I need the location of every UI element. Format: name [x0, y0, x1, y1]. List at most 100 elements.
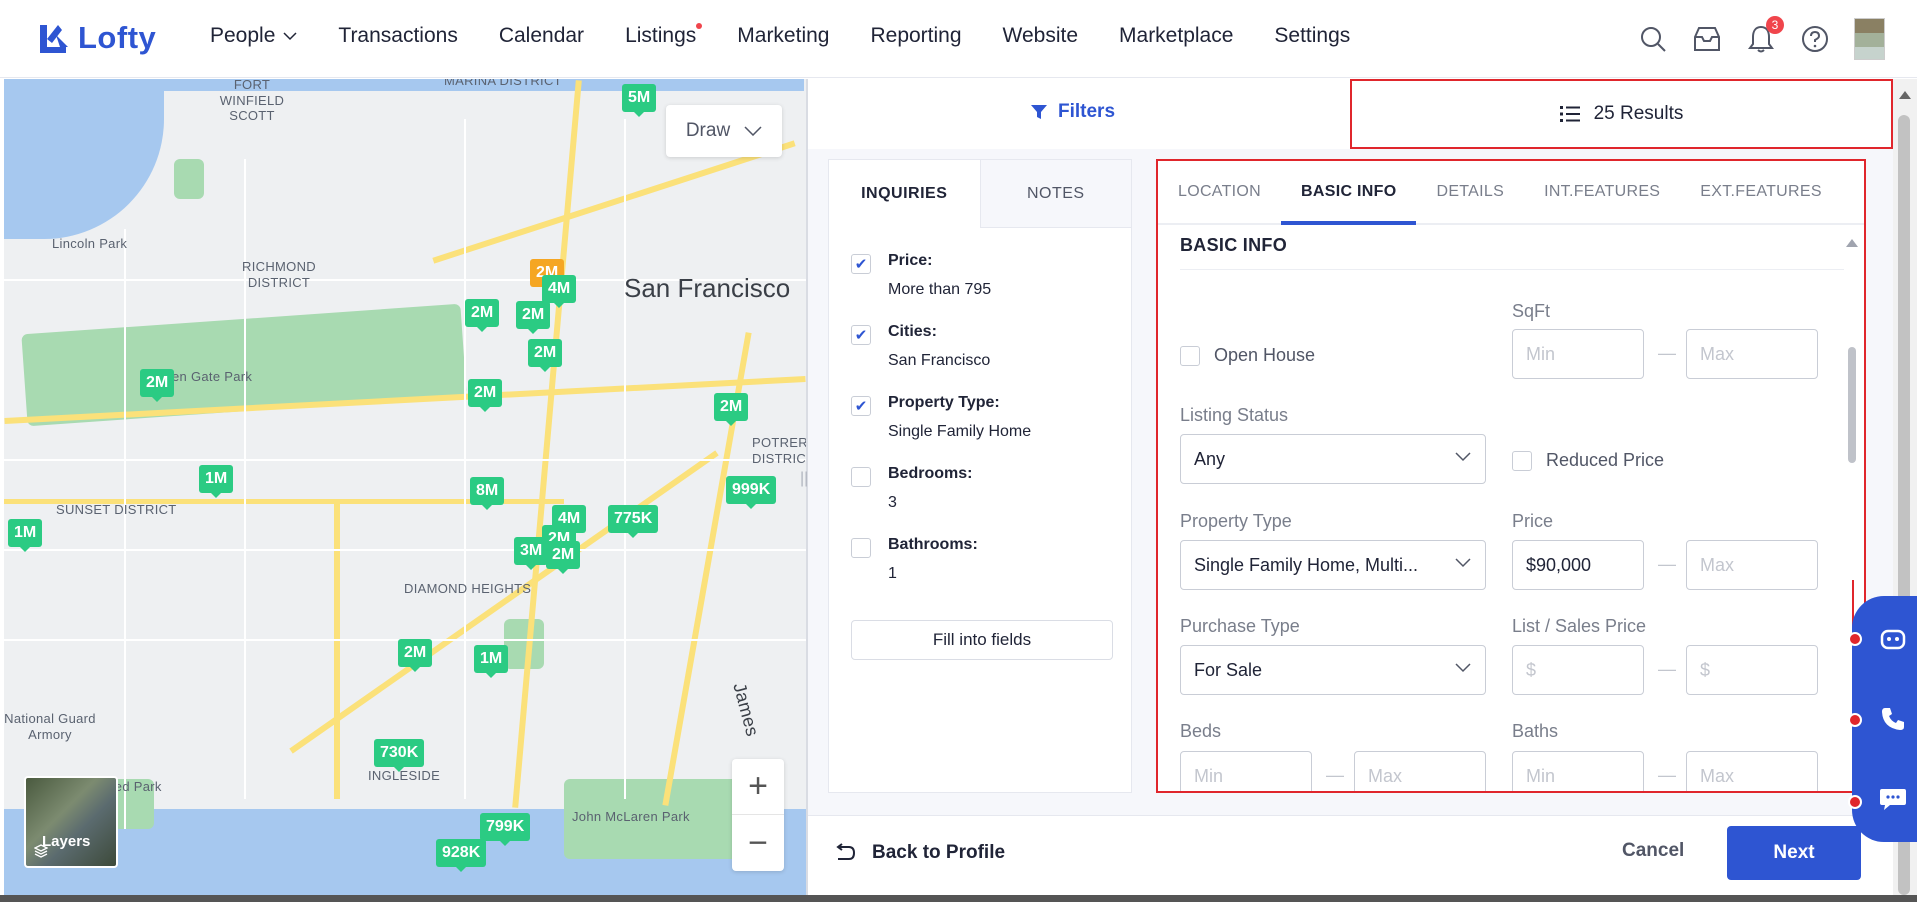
inbox-button[interactable] — [1690, 22, 1724, 56]
price-pin[interactable]: 928K — [436, 839, 487, 872]
sqft-min-input[interactable]: Min — [1512, 329, 1644, 379]
bottom-action-bar: Back to Profile Cancel Next — [808, 815, 1893, 895]
avatar[interactable] — [1854, 18, 1885, 60]
price-max-input[interactable]: Max — [1686, 540, 1818, 590]
chat-bubble-icon — [1880, 789, 1906, 810]
price-pin[interactable]: 1M — [474, 645, 509, 678]
back-to-profile-button[interactable]: Back to Profile — [834, 842, 1005, 864]
nav-people[interactable]: People — [210, 24, 297, 48]
nav-reporting[interactable]: Reporting — [870, 24, 961, 48]
listings-map[interactable]: FORT WINFIELD SCOTT MARINA DISTRICT Linc… — [4, 79, 806, 895]
price-pin[interactable]: 2M — [140, 369, 175, 402]
help-icon — [1802, 26, 1828, 52]
collapse-caret-icon[interactable] — [1846, 239, 1858, 247]
price-pin[interactable]: 799K — [480, 813, 531, 846]
price-pin[interactable]: 2M — [398, 639, 433, 672]
price-pin[interactable]: 1M — [8, 519, 43, 552]
section-title: BASIC INFO — [1180, 235, 1288, 255]
nav-marketplace-label: Marketplace — [1119, 24, 1234, 47]
bathrooms-checkbox[interactable] — [851, 538, 871, 558]
filter-icon — [1031, 105, 1047, 119]
price-pin[interactable]: 2M — [465, 299, 500, 332]
lofty-logo[interactable]: Lofty — [38, 20, 156, 56]
window-bottom-edge — [0, 895, 1917, 902]
inbox-icon — [1694, 27, 1720, 51]
baths-min-input[interactable]: Min — [1512, 751, 1644, 791]
nav-marketplace[interactable]: Marketplace — [1119, 24, 1233, 48]
scroll-up-icon[interactable] — [1899, 91, 1911, 99]
tab-int-features[interactable]: INT.FEATURES — [1524, 161, 1680, 223]
open-house-checkbox[interactable]: Open House — [1180, 345, 1315, 366]
nav-website[interactable]: Website — [1003, 24, 1078, 48]
price-pin[interactable]: 1M — [199, 465, 234, 498]
next-button[interactable]: Next — [1727, 826, 1861, 880]
zoom-in-button[interactable]: + — [732, 759, 784, 815]
map-label: John McLaren Park — [572, 809, 690, 824]
tab-ext-features[interactable]: EXT.FEATURES — [1680, 161, 1842, 223]
price-pin[interactable]: 8M — [470, 477, 505, 510]
tab-basic-info[interactable]: BASIC INFO — [1281, 161, 1417, 225]
listing-status-select[interactable]: Any — [1180, 434, 1486, 484]
tab-notes[interactable]: NOTES — [979, 160, 1131, 228]
price-min-input[interactable]: $90,000 — [1512, 540, 1644, 590]
results-button[interactable]: 25 Results — [1350, 79, 1893, 149]
nav-marketing[interactable]: Marketing — [737, 24, 829, 48]
park-area — [174, 159, 204, 199]
help-button[interactable] — [1798, 22, 1832, 56]
price-pin[interactable]: 730K — [374, 739, 425, 772]
range-separator: — — [1326, 765, 1344, 785]
nav-calendar[interactable]: Calendar — [499, 24, 584, 48]
cancel-button[interactable]: Cancel — [1622, 840, 1684, 862]
property-type-select[interactable]: Single Family Home, Multi... — [1180, 540, 1486, 590]
price-pin[interactable]: 2M — [468, 379, 503, 412]
beds-min-input[interactable]: Min — [1180, 751, 1312, 791]
chatbot-icon — [1880, 629, 1906, 650]
nav-transactions[interactable]: Transactions — [338, 24, 457, 48]
price-pin[interactable]: 3M — [514, 537, 549, 570]
nav-settings[interactable]: Settings — [1274, 24, 1350, 48]
draw-button[interactable]: Draw — [666, 105, 782, 157]
baths-max-input[interactable]: Max — [1686, 751, 1818, 791]
tab-location[interactable]: LOCATION — [1158, 161, 1281, 223]
chatbot-button[interactable] — [1876, 622, 1910, 656]
new-dot-indicator — [696, 23, 703, 29]
sqft-max-input[interactable]: Max — [1686, 329, 1818, 379]
nav-reporting-label: Reporting — [870, 24, 962, 47]
price-pin[interactable]: 2M — [714, 393, 749, 426]
reduced-price-checkbox[interactable]: Reduced Price — [1512, 450, 1664, 471]
price-pin[interactable]: 775K — [608, 505, 659, 538]
list-price-max-input[interactable]: $ — [1686, 645, 1818, 695]
map-street — [464, 119, 466, 799]
layers-button[interactable]: Layers — [24, 776, 118, 868]
purchase-type-select[interactable]: For Sale — [1180, 645, 1486, 695]
map-street — [244, 159, 246, 799]
fill-into-fields-button[interactable]: Fill into fields — [851, 620, 1113, 660]
brand-name: Lofty — [78, 20, 157, 55]
price-pin[interactable]: 2M — [546, 541, 581, 574]
search-panel: Filters 25 Results INQUIRIES NOTES ✔ Pri… — [808, 79, 1893, 895]
form-scrollbar[interactable] — [1848, 347, 1856, 463]
property-type-checkbox[interactable]: ✔ — [851, 396, 871, 416]
cities-checkbox[interactable]: ✔ — [851, 325, 871, 345]
price-pin[interactable]: 2M — [516, 301, 551, 334]
price-checkbox[interactable]: ✔ — [851, 254, 871, 274]
results-label: 25 Results — [1593, 103, 1684, 124]
nav-listings[interactable]: Listings — [625, 23, 703, 48]
notifications-button[interactable]: 3 — [1744, 16, 1784, 56]
call-button[interactable] — [1876, 702, 1910, 736]
tab-details[interactable]: DETAILS — [1416, 161, 1524, 223]
price-pin[interactable]: 2M — [528, 339, 563, 372]
bedrooms-checkbox[interactable] — [851, 467, 871, 487]
price-pin[interactable]: 5M — [622, 84, 657, 117]
beds-max-input[interactable]: Max — [1354, 751, 1486, 791]
tab-inquiries[interactable]: INQUIRIES — [829, 160, 980, 228]
purchase-type-value: For Sale — [1194, 659, 1263, 680]
filters-button[interactable]: Filters — [1030, 101, 1115, 123]
zoom-out-button[interactable]: − — [732, 815, 784, 871]
search-button[interactable] — [1636, 22, 1670, 56]
price-pin[interactable]: 4M — [542, 275, 577, 308]
list-price-min-input[interactable]: $ — [1512, 645, 1644, 695]
price-pin[interactable]: 999K — [726, 476, 777, 509]
chat-button[interactable] — [1876, 782, 1910, 816]
nav-website-label: Website — [1002, 24, 1079, 47]
